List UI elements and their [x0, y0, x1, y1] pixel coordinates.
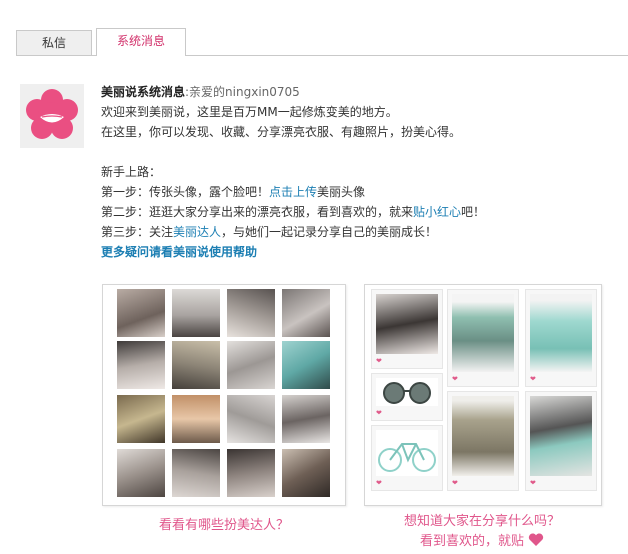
shared-item-meta: ❤	[452, 479, 458, 487]
help-line: 更多疑问请看美丽说使用帮助	[101, 242, 621, 262]
system-avatar	[20, 84, 84, 148]
upload-avatar-link[interactable]: 点击上传	[269, 185, 317, 199]
expert-photo	[172, 341, 220, 389]
step-2-text: 第二步：逛逛大家分享出来的漂亮衣服，看到喜欢的，就来	[101, 205, 414, 219]
shared-item-card: ❤	[371, 373, 443, 421]
shared-item-photo	[452, 294, 514, 372]
shared-item-card: ❤	[371, 289, 443, 369]
step-2: 第二步：逛逛大家分享出来的漂亮衣服，看到喜欢的，就来贴小红心吧！	[101, 202, 621, 222]
see-shares-link[interactable]: 想知道大家在分享什么吗？ 看到喜欢的，就贴	[364, 512, 600, 552]
expert-photo	[282, 341, 330, 389]
shared-item-card: ❤	[371, 425, 443, 491]
expert-photo	[282, 395, 330, 443]
message-title: 美丽说系统消息	[101, 85, 186, 99]
shared-item-meta: ❤	[376, 409, 382, 417]
shared-item-card: ❤	[525, 289, 597, 387]
bicycle-icon	[378, 443, 436, 472]
expert-photo	[117, 341, 165, 389]
shared-item-meta: ❤	[376, 479, 382, 487]
step-1-text: 第一步：传张头像，露个脸吧！	[101, 185, 270, 199]
add-heart-link[interactable]: 贴小红心	[413, 205, 461, 219]
meilishuo-logo-icon	[20, 84, 84, 148]
shared-item-photo	[376, 378, 438, 406]
step-1: 第一步：传张头像，露个脸吧！点击上传美丽头像	[101, 182, 621, 202]
tab-system-messages[interactable]: 系统消息	[96, 28, 186, 56]
see-shares-line-2: 看到喜欢的，就贴	[364, 532, 600, 552]
expert-photo	[227, 395, 275, 443]
shared-item-card: ❤	[525, 391, 597, 491]
shared-item-photo	[376, 294, 438, 354]
message-recipient: :亲爱的ningxin0705	[185, 85, 300, 99]
experts-preview-panel[interactable]	[102, 284, 346, 506]
step-3: 第三步：关注美丽达人，与她们一起记录分享自己的美丽成长！	[101, 222, 621, 242]
system-message-body: 美丽说系统消息:亲爱的ningxin0705 欢迎来到美丽说，这里是百万MM一起…	[101, 82, 621, 262]
expert-photo	[282, 289, 330, 337]
guide-title: 新手上路：	[101, 165, 162, 179]
shared-item-photo	[530, 294, 592, 372]
expert-photo	[117, 395, 165, 443]
sunglasses-icon	[383, 382, 431, 404]
welcome-line-2: 在这里，你可以发现、收藏、分享漂亮衣服、有趣照片，扮美心得。	[101, 125, 462, 139]
see-shares-line-1: 想知道大家在分享什么吗？	[403, 514, 560, 529]
see-experts-link[interactable]: 看看有哪些扮美达人？	[102, 514, 346, 533]
message-tabs: 私信 系统消息	[16, 28, 628, 56]
expert-photo	[227, 341, 275, 389]
expert-photo	[227, 289, 275, 337]
step-3-text: 第三步：关注	[101, 225, 174, 239]
tab-private-messages[interactable]: 私信	[16, 30, 92, 55]
expert-photo	[172, 395, 220, 443]
expert-photo	[172, 289, 220, 337]
beauty-experts-link[interactable]: 美丽达人	[173, 225, 221, 239]
step-3-suffix: ，与她们一起记录分享自己的美丽成长！	[221, 225, 438, 239]
shared-item-card: ❤	[447, 289, 519, 387]
shared-item-meta: ❤	[530, 375, 536, 383]
shared-item-meta: ❤	[530, 479, 536, 487]
heart-icon	[528, 533, 544, 546]
shared-item-photo	[376, 430, 438, 476]
shared-items-preview-panel[interactable]: ❤ ❤ ❤ ❤ ❤ ❤ ❤	[364, 284, 602, 506]
step-2-suffix: 吧！	[461, 205, 486, 219]
shared-item-photo	[530, 396, 592, 476]
help-link[interactable]: 更多疑问请看美丽说使用帮助	[101, 245, 257, 259]
shared-item-card: ❤	[447, 391, 519, 491]
shared-item-meta: ❤	[452, 375, 458, 383]
expert-photo	[172, 449, 220, 497]
expert-photo	[282, 449, 330, 497]
shared-item-meta: ❤	[376, 357, 382, 365]
expert-photo	[117, 449, 165, 497]
step-1-suffix: 美丽头像	[317, 185, 366, 199]
shared-item-photo	[452, 396, 514, 476]
see-shares-line-2-text: 看到喜欢的，就贴	[419, 534, 524, 549]
message-header: 美丽说系统消息:亲爱的ningxin0705	[101, 82, 621, 102]
welcome-line-1: 欢迎来到美丽说，这里是百万MM一起修炼变美的地方。	[101, 105, 398, 119]
expert-photo	[227, 449, 275, 497]
expert-photo	[117, 289, 165, 337]
